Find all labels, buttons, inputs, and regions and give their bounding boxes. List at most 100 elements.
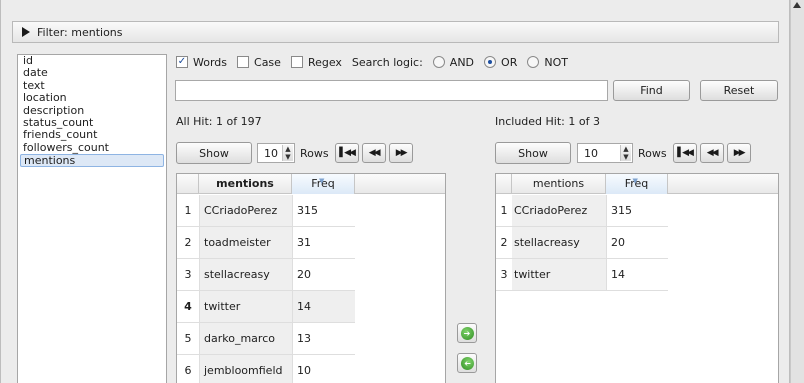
next-page-icon[interactable]: ▶▶ xyxy=(726,143,751,163)
freq-cell: 315 xyxy=(606,195,668,227)
table-row[interactable]: 2 stellacreasy 20 xyxy=(496,227,778,259)
spinner-arrows-icon[interactable]: ▲ ▼ xyxy=(282,145,293,161)
all-rows-spinner[interactable]: 10 ▲ ▼ xyxy=(257,143,295,163)
previous-page-icon[interactable]: ◀◀ xyxy=(361,143,386,163)
case-label: Case xyxy=(254,55,281,69)
freq-cell: 31 xyxy=(292,227,355,259)
table-row[interactable]: 5 darko_marco 13 xyxy=(177,323,445,355)
or-radio[interactable] xyxy=(484,56,497,68)
included-show-button[interactable]: Show xyxy=(495,142,571,164)
mention-cell: CCriadoPerez xyxy=(199,195,292,227)
row-index: 3 xyxy=(177,259,199,291)
field-item-followers-count[interactable]: followers_count xyxy=(18,141,166,154)
next-page-icon[interactable]: ▶▶ xyxy=(388,143,413,163)
freq-cell: 10 xyxy=(292,355,355,383)
mention-cell: toadmeister xyxy=(199,227,292,259)
freq-cell: 14 xyxy=(606,259,668,291)
triangle-right-icon[interactable] xyxy=(22,27,30,37)
freq-cell: 13 xyxy=(292,323,355,355)
table-row[interactable]: 1 CCriadoPerez 315 xyxy=(177,195,445,227)
mention-cell: stellacreasy xyxy=(512,227,606,259)
row-index: 3 xyxy=(496,259,512,291)
regex-checkbox[interactable] xyxy=(290,56,303,68)
all-rows-label: Rows xyxy=(300,146,329,160)
window-frame: Filter: mentions id date text location d… xyxy=(0,0,790,383)
all-rows-value: 10 xyxy=(264,146,278,160)
row-index: 1 xyxy=(177,195,199,227)
freq-cell: 20 xyxy=(606,227,668,259)
case-checkbox[interactable] xyxy=(237,56,250,68)
all-freq-header[interactable]: ▼ Freq xyxy=(292,174,355,194)
field-item-location[interactable]: location xyxy=(18,91,166,104)
scroll-up-icon[interactable] xyxy=(793,2,801,8)
first-page-icon[interactable]: ▌◀◀ xyxy=(672,143,697,163)
move-left-button[interactable]: ➔ xyxy=(457,353,477,373)
freq-cell: 315 xyxy=(292,195,355,227)
row-index: 4 xyxy=(177,291,199,323)
all-index-header xyxy=(177,174,199,194)
field-list[interactable]: id date text location description status… xyxy=(17,54,167,383)
or-label: OR xyxy=(501,55,518,69)
included-hit-label: Included Hit: 1 of 3 xyxy=(495,115,600,128)
freq-cell: 20 xyxy=(292,259,355,291)
not-radio[interactable] xyxy=(527,56,540,68)
table-row[interactable]: 4 twitter 14 xyxy=(177,291,445,323)
mention-cell: CCriadoPerez xyxy=(512,195,606,227)
included-mentions-header[interactable]: mentions xyxy=(512,174,606,194)
spinner-arrows-icon[interactable]: ▲ ▼ xyxy=(620,145,631,161)
included-index-header xyxy=(496,174,512,194)
first-page-icon[interactable]: ▌◀◀ xyxy=(334,143,359,163)
sort-desc-icon: ▼ xyxy=(319,177,325,185)
mention-cell: darko_marco xyxy=(199,323,292,355)
row-index: 1 xyxy=(496,195,512,227)
previous-page-icon[interactable]: ◀◀ xyxy=(699,143,724,163)
row-index: 6 xyxy=(177,355,199,383)
field-item-date[interactable]: date xyxy=(18,67,166,79)
included-rows-control: 10 ▲ ▼ Rows ▌◀◀ ◀◀ ▶▶ xyxy=(577,143,751,163)
all-show-button[interactable]: Show xyxy=(176,142,252,164)
included-freq-header[interactable]: ▼ Freq xyxy=(606,174,668,194)
mention-cell: stellacreasy xyxy=(199,259,292,291)
mention-cell: jembloomfield xyxy=(199,355,292,383)
mention-cell: twitter xyxy=(512,259,606,291)
all-hit-label: All Hit: 1 of 197 xyxy=(176,115,262,128)
table-row[interactable]: 2 toadmeister 31 xyxy=(177,227,445,259)
row-index: 5 xyxy=(177,323,199,355)
table-row[interactable]: 6 jembloomfield 10 xyxy=(177,355,445,383)
not-label: NOT xyxy=(544,55,568,69)
move-right-icon: ➔ xyxy=(460,326,474,340)
field-item-mentions[interactable]: mentions xyxy=(20,154,164,167)
table-row[interactable]: 1 CCriadoPerez 315 xyxy=(496,195,778,227)
included-results-table[interactable]: mentions ▼ Freq 1 CCriadoPerez 315 2 stel… xyxy=(495,173,779,383)
sort-desc-icon: ▼ xyxy=(632,177,638,185)
freq-cell: 14 xyxy=(292,291,355,323)
row-index: 2 xyxy=(496,227,512,259)
search-input[interactable] xyxy=(175,80,608,101)
move-left-icon: ➔ xyxy=(460,356,474,370)
all-rows-control: 10 ▲ ▼ Rows ▌◀◀ ◀◀ ▶▶ xyxy=(257,143,413,163)
move-right-button[interactable]: ➔ xyxy=(457,323,477,343)
filter-title: Filter: mentions xyxy=(37,25,123,39)
find-button[interactable]: Find xyxy=(613,80,690,101)
field-item-friends-count[interactable]: friends_count xyxy=(18,129,166,141)
reset-button[interactable]: Reset xyxy=(700,80,778,101)
row-index: 2 xyxy=(177,227,199,259)
all-results-table[interactable]: mentions ▼ Freq 1 CCriadoPerez 315 2 toad… xyxy=(176,173,446,383)
words-checkbox[interactable]: ✓ xyxy=(176,56,188,68)
vertical-scrollbar[interactable] xyxy=(790,0,804,383)
and-radio[interactable] xyxy=(432,56,445,68)
included-rows-label: Rows xyxy=(638,146,667,160)
search-logic-label: Search logic: xyxy=(351,55,423,69)
included-table-header: mentions ▼ Freq xyxy=(496,174,778,194)
all-mentions-header[interactable]: mentions xyxy=(199,174,292,194)
included-rows-spinner[interactable]: 10 ▲ ▼ xyxy=(577,143,633,163)
mention-cell: twitter xyxy=(199,291,292,323)
all-table-header: mentions ▼ Freq xyxy=(177,174,445,194)
filter-header[interactable]: Filter: mentions xyxy=(12,21,779,43)
and-label: AND xyxy=(449,55,475,69)
table-row[interactable]: 3 stellacreasy 20 xyxy=(177,259,445,291)
included-rows-value: 10 xyxy=(584,146,598,160)
search-options: ✓ Words Case Regex Search logic: AND OR … xyxy=(176,55,568,69)
table-row[interactable]: 3 twitter 14 xyxy=(496,259,778,291)
words-label: Words xyxy=(193,55,228,69)
